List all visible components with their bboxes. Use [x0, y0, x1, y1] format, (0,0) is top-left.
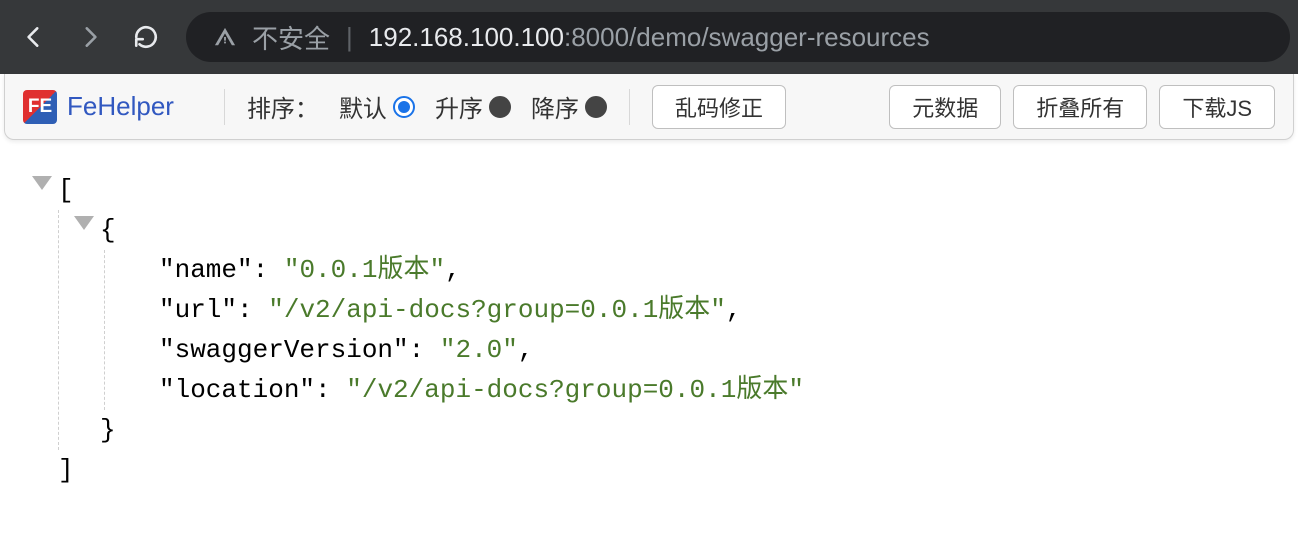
sort-option-default[interactable]: 默认: [339, 89, 415, 124]
json-brace-open: {: [100, 210, 804, 250]
metadata-button[interactable]: 元数据: [889, 85, 1001, 129]
fix-encoding-button[interactable]: 乱码修正: [652, 85, 786, 129]
download-json-button[interactable]: 下载JS: [1159, 85, 1275, 129]
collapse-all-button[interactable]: 折叠所有: [1013, 85, 1147, 129]
fehelper-toolbar: FE FeHelper 排序： 默认 升序 降序 乱码修正 元数据 折叠所有 下…: [4, 74, 1294, 140]
json-brace-close: }: [100, 410, 804, 450]
right-button-group: 元数据 折叠所有 下载JS: [889, 85, 1275, 129]
json-kv-location: "location": "/v2/api-docs?group=0.0.1版本": [159, 370, 804, 410]
forward-button[interactable]: [64, 11, 116, 63]
address-bar[interactable]: 不安全 | 192.168.100.100:8000/demo/swagger-…: [186, 12, 1290, 62]
url-separator: |: [346, 22, 353, 53]
url-host: 192.168.100.100: [369, 22, 564, 52]
insecure-label: 不安全: [252, 19, 330, 56]
json-viewer: [ { "name": "0.0.1版本", "url": "/v2/api-d…: [0, 140, 1298, 490]
sort-group: 排序： 默认 升序 降序: [247, 89, 607, 124]
collapse-toggle-icon[interactable]: [32, 176, 52, 190]
radio-unselected-icon: [585, 96, 607, 118]
radio-unselected-icon: [489, 96, 511, 118]
reload-button[interactable]: [120, 11, 172, 63]
divider: [224, 89, 225, 125]
sort-option-asc-label: 升序: [435, 89, 483, 124]
fehelper-logo-icon: FE: [23, 90, 57, 124]
sort-option-default-label: 默认: [339, 89, 387, 124]
sort-option-desc-label: 降序: [531, 89, 579, 124]
json-bracket-open: [: [58, 170, 804, 210]
radio-selected-icon: [393, 96, 415, 118]
sort-label: 排序：: [247, 89, 319, 124]
browser-top-bar: 不安全 | 192.168.100.100:8000/demo/swagger-…: [0, 0, 1298, 74]
json-kv-swaggerversion: "swaggerVersion": "2.0",: [159, 330, 804, 370]
back-button[interactable]: [8, 11, 60, 63]
url-port: :8000: [564, 22, 629, 52]
json-kv-url: "url": "/v2/api-docs?group=0.0.1版本",: [159, 290, 804, 330]
insecure-warning-icon: [214, 26, 236, 48]
divider: [629, 89, 630, 125]
url-text: 192.168.100.100:8000/demo/swagger-resour…: [369, 22, 930, 53]
fehelper-name[interactable]: FeHelper: [67, 91, 174, 122]
sort-option-desc[interactable]: 降序: [531, 89, 607, 124]
json-bracket-close: ]: [58, 450, 804, 490]
sort-option-asc[interactable]: 升序: [435, 89, 511, 124]
json-kv-name: "name": "0.0.1版本",: [159, 250, 804, 290]
url-path: /demo/swagger-resources: [629, 22, 930, 52]
collapse-toggle-icon[interactable]: [74, 216, 94, 230]
